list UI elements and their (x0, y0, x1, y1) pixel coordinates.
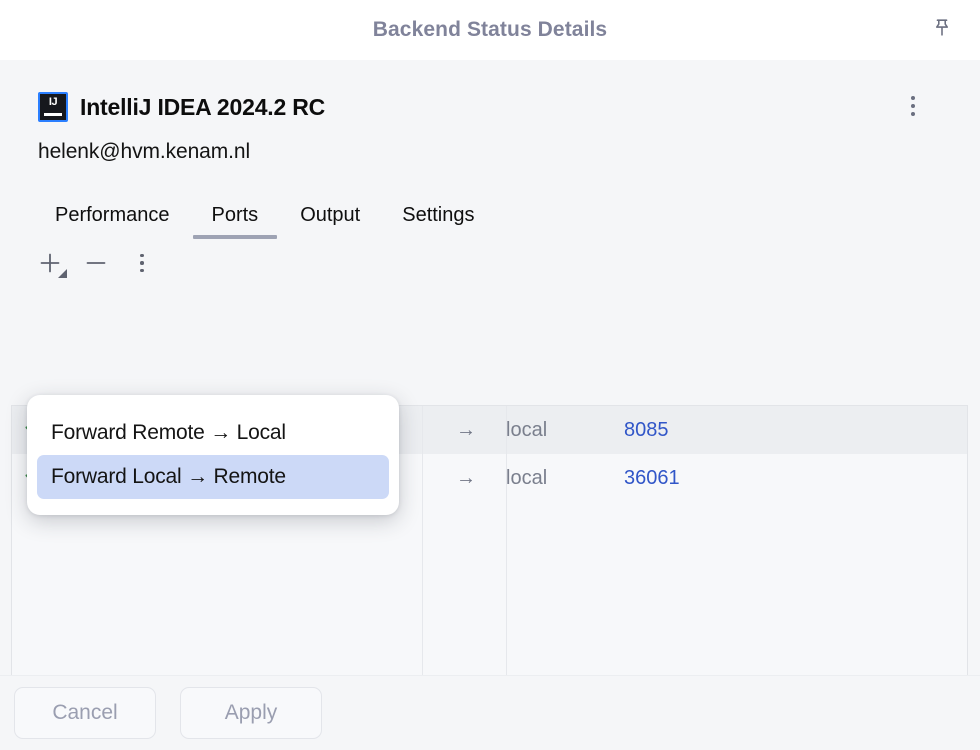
window-title-bar: Backend Status Details (0, 0, 980, 60)
window-title: Backend Status Details (373, 18, 607, 42)
intellij-idea-logo-icon: IJ (38, 92, 68, 122)
kebab-dot (140, 269, 144, 273)
application-name: IntelliJ IDEA 2024.2 RC (80, 94, 325, 121)
tab-label: Output (300, 204, 360, 227)
pushpin-icon (931, 17, 953, 44)
logo-underline-bar (44, 113, 62, 116)
application-options-button[interactable] (900, 88, 926, 124)
account-email: helenk@hvm.kenam.nl (0, 122, 980, 164)
add-port-forwarding-button[interactable] (30, 244, 70, 282)
row-host-cell: local (498, 467, 618, 490)
add-port-forwarding-menu: Forward Remote → Local Forward Local → R… (27, 395, 399, 515)
kebab-dot (911, 96, 915, 100)
menu-item-forward-local-to-remote[interactable]: Forward Local → Remote (37, 455, 389, 499)
dialog-footer: Cancel Apply (0, 675, 980, 750)
row-arrow-cell: → (434, 419, 498, 442)
dropdown-triangle-icon (58, 269, 67, 278)
row-port-cell[interactable]: 36061 (618, 467, 680, 490)
tab-ports[interactable]: Ports (191, 193, 280, 239)
tab-performance[interactable]: Performance (34, 193, 191, 239)
backend-status-body: IJ IntelliJ IDEA 2024.2 RC helenk@hvm.ke… (0, 60, 980, 750)
tab-label: Settings (402, 204, 474, 227)
cancel-button[interactable]: Cancel (14, 687, 156, 739)
ports-toolbar (0, 239, 980, 287)
kebab-dot (911, 104, 915, 108)
tab-label: Ports (212, 204, 259, 227)
row-host-cell: local (498, 419, 618, 442)
tab-label: Performance (55, 204, 170, 227)
pin-window-button[interactable] (925, 13, 959, 47)
logo-letters: IJ (40, 96, 66, 108)
menu-item-forward-remote-to-local[interactable]: Forward Remote → Local (37, 411, 389, 455)
tab-bar: Performance Ports Output Settings (0, 193, 980, 239)
tab-output[interactable]: Output (279, 193, 381, 239)
ports-more-options-button[interactable] (122, 244, 162, 282)
kebab-dot (911, 112, 915, 116)
kebab-dot (140, 261, 144, 265)
application-header: IJ IntelliJ IDEA 2024.2 RC (0, 60, 980, 122)
kebab-menu-icon (140, 254, 144, 273)
kebab-dot (140, 254, 144, 258)
menu-item-label: Forward Remote → Local (51, 421, 286, 445)
minus-icon (83, 250, 109, 276)
button-label: Apply (225, 701, 278, 725)
remove-port-forwarding-button[interactable] (76, 244, 116, 282)
button-label: Cancel (52, 701, 117, 725)
apply-button[interactable]: Apply (180, 687, 322, 739)
tab-settings[interactable]: Settings (381, 193, 495, 239)
menu-item-label: Forward Local → Remote (51, 465, 286, 489)
row-port-cell[interactable]: 8085 (618, 419, 669, 442)
row-arrow-cell: → (434, 467, 498, 490)
